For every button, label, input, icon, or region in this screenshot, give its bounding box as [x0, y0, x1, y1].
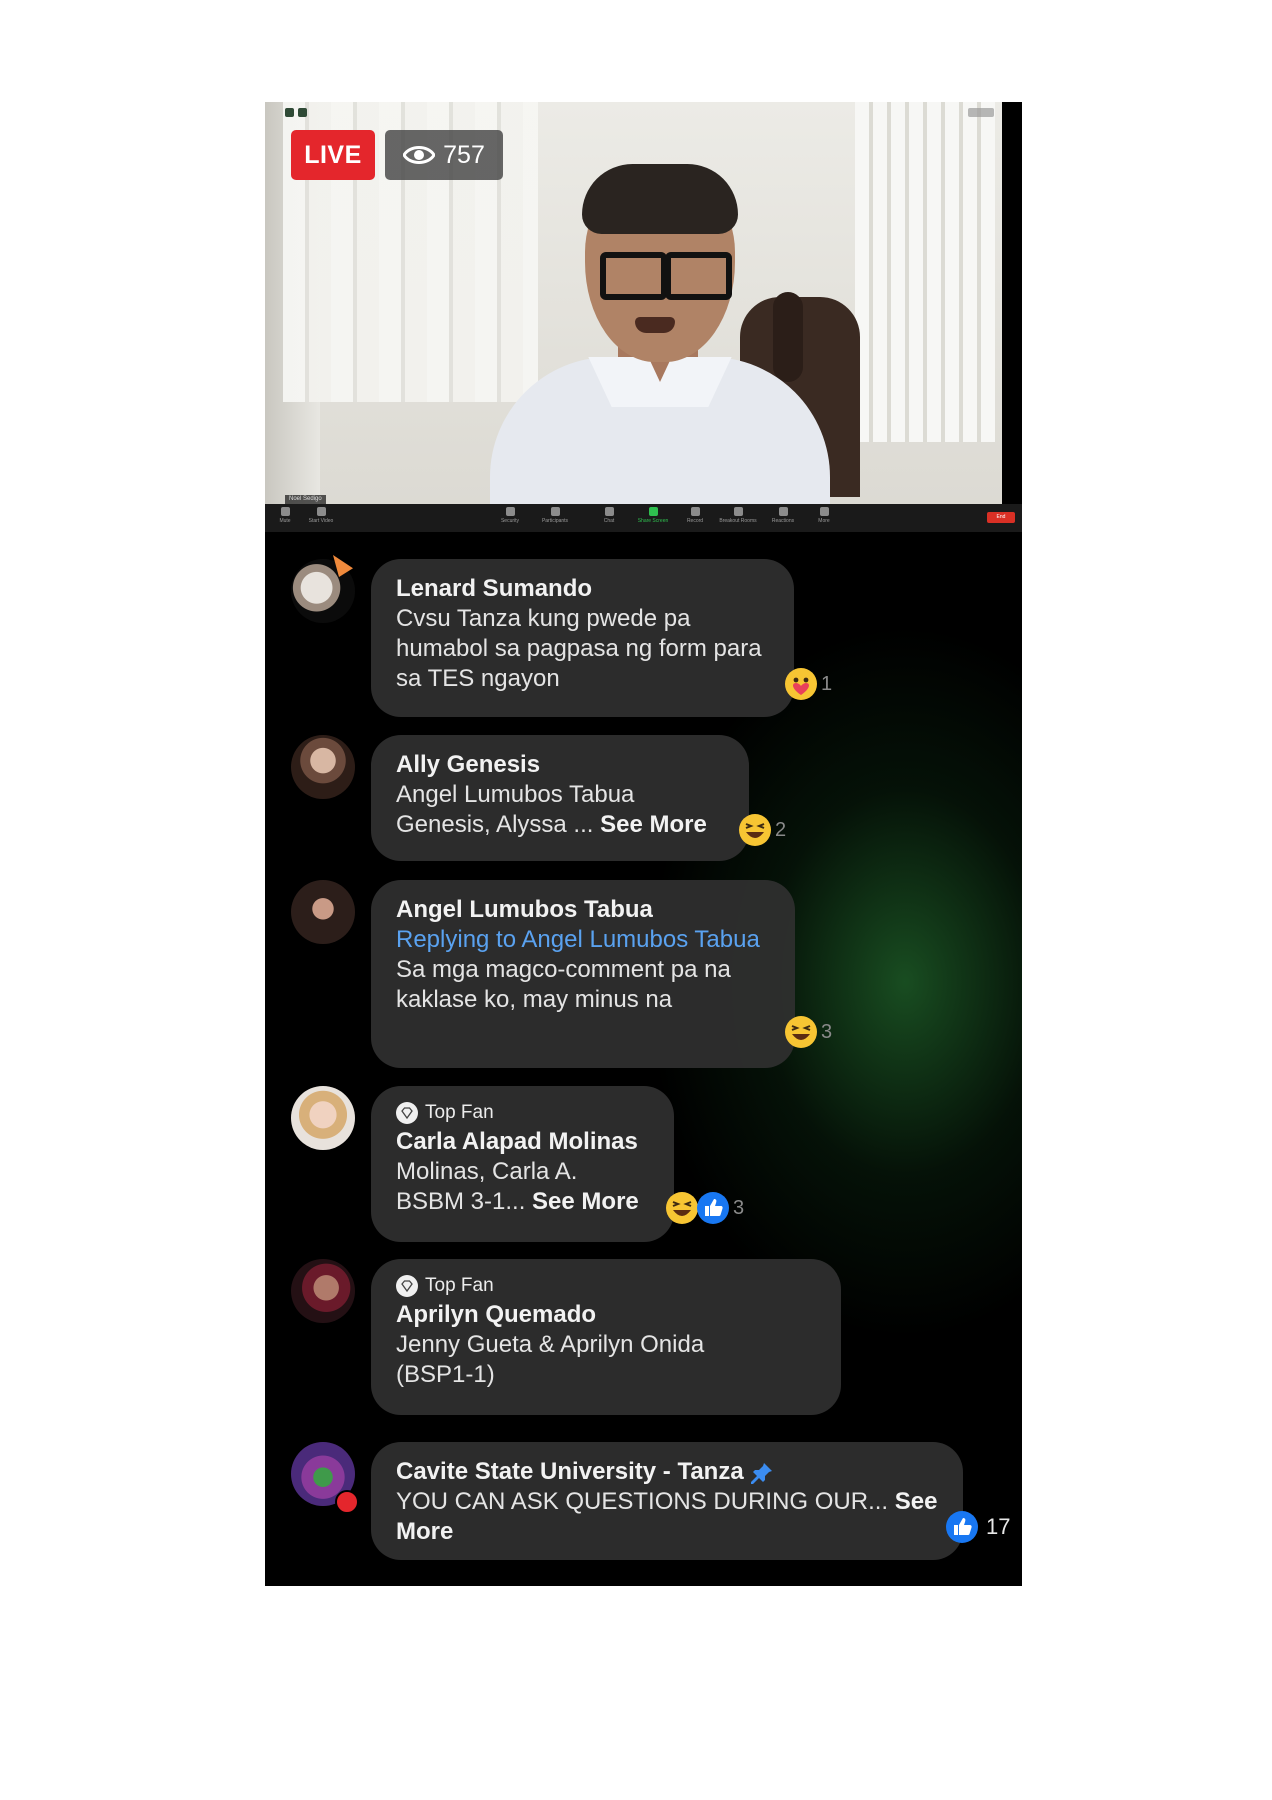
- reaction-summary[interactable]: 1: [784, 667, 832, 701]
- view-toggle-icon: [968, 108, 994, 117]
- chat-icon: [604, 507, 614, 516]
- reaction-count: 3: [821, 1020, 833, 1043]
- avatar[interactable]: [291, 735, 355, 799]
- reaction-summary[interactable]: 3: [784, 1015, 832, 1049]
- comment-author[interactable]: Lenard Sumando: [396, 573, 769, 604]
- top-fan-badge: Top Fan: [396, 1100, 649, 1126]
- zoom-record-button[interactable]: Record: [675, 507, 715, 524]
- breakout-rooms-icon: [733, 507, 743, 516]
- comment-bubble[interactable]: Angel Lumubos Tabua Replying to Angel Lu…: [371, 880, 795, 1068]
- live-video[interactable]: LIVE 757 Noel Sedigo Mute Start Video Se…: [265, 102, 1022, 532]
- zoom-chat-button[interactable]: Chat: [589, 507, 629, 524]
- comment-text: BSBM 3-1... See More: [396, 1188, 639, 1215]
- window-controls: [285, 108, 307, 117]
- live-badge: LIVE: [291, 130, 375, 180]
- comment-author[interactable]: Ally Genesis: [396, 749, 724, 780]
- diamond-icon: [396, 1275, 418, 1297]
- comment-author[interactable]: Angel Lumubos Tabua: [396, 894, 770, 925]
- live-indicator-icon: [335, 1490, 359, 1514]
- comment-text: YOU CAN ASK QUESTIONS DURING OUR... See …: [396, 1488, 938, 1545]
- video-window-right: [855, 102, 995, 442]
- viewer-count-badge: 757: [385, 130, 503, 180]
- zoom-breakout-rooms-button[interactable]: Breakout Rooms: [718, 507, 758, 524]
- comment-author[interactable]: Aprilyn Quemado: [396, 1299, 816, 1330]
- comment-text: Angel Lumubos Tabua: [396, 781, 635, 808]
- comment-author[interactable]: Carla Alapad Molinas: [396, 1126, 649, 1157]
- reaction-count: 1: [821, 672, 833, 695]
- comment-text: Genesis, Alyssa ... See More: [396, 811, 707, 838]
- video-letterbox: [1002, 102, 1022, 532]
- reaction-count: 2: [775, 818, 787, 841]
- comment-text: Molinas, Carla A.: [396, 1158, 578, 1185]
- zoom-more-button[interactable]: More: [804, 507, 844, 524]
- viewer-count: 757: [443, 140, 485, 169]
- haha-reaction-icon: [666, 1192, 698, 1224]
- pin-icon: [750, 1462, 772, 1484]
- comment-bubble[interactable]: Top Fan Carla Alapad Molinas Molinas, Ca…: [371, 1086, 674, 1242]
- comment-text: Jenny Gueta & Aprilyn Onida (BSP1-1): [396, 1331, 705, 1388]
- more-icon: [819, 507, 829, 516]
- live-stream-screen: LIVE 757 Noel Sedigo Mute Start Video Se…: [265, 102, 1022, 1586]
- reaction-count: 17: [986, 1514, 1011, 1539]
- zoom-toolbar: Mute Start Video Security Participants C…: [265, 504, 1022, 532]
- top-fan-badge: Top Fan: [396, 1273, 816, 1299]
- comment-bubble[interactable]: Lenard Sumando Cvsu Tanza kung pwede pa …: [371, 559, 794, 717]
- zoom-participants-button[interactable]: Participants: [535, 507, 575, 524]
- reaction-summary[interactable]: 17: [945, 1510, 1010, 1544]
- diamond-icon: [396, 1102, 418, 1124]
- participant-name-tag: Noel Sedigo: [285, 495, 326, 504]
- zoom-share-screen-button[interactable]: Share Screen: [633, 507, 673, 524]
- zoom-end-button[interactable]: End: [987, 512, 1015, 523]
- zoom-reactions-button[interactable]: Reactions: [763, 507, 803, 524]
- haha-reaction-icon: [739, 814, 771, 846]
- like-reaction-icon: [946, 1511, 978, 1543]
- comment-author[interactable]: Cavite State University - Tanza: [396, 1456, 938, 1487]
- video-speaker: [490, 152, 830, 507]
- reaction-count: 3: [733, 1196, 745, 1219]
- reaction-summary[interactable]: 2: [738, 813, 786, 847]
- avatar[interactable]: [291, 880, 355, 944]
- eye-icon: [403, 146, 436, 164]
- avatar[interactable]: [291, 1259, 355, 1323]
- comment-text: Sa mga magco-comment pa na kaklase ko, m…: [396, 956, 731, 1013]
- like-reaction-icon: [697, 1192, 729, 1224]
- reaction-summary[interactable]: 3: [665, 1191, 744, 1225]
- zoom-video-button[interactable]: Start Video: [301, 507, 341, 524]
- microphone-icon: [280, 507, 290, 516]
- camera-icon: [316, 507, 326, 516]
- comment-bubble[interactable]: Top Fan Aprilyn Quemado Jenny Gueta & Ap…: [371, 1259, 841, 1415]
- replying-to-link[interactable]: Replying to Angel Lumubos Tabua: [396, 925, 770, 955]
- zoom-mute-button[interactable]: Mute: [265, 507, 305, 524]
- comment-bubble[interactable]: Ally Genesis Angel Lumubos Tabua Genesis…: [371, 735, 749, 861]
- participants-icon: [550, 507, 560, 516]
- reactions-icon: [778, 507, 788, 516]
- record-icon: [690, 507, 700, 516]
- avatar[interactable]: [291, 1086, 355, 1150]
- see-more-link[interactable]: See More: [600, 811, 707, 838]
- haha-reaction-icon: [785, 1016, 817, 1048]
- comment-bubble[interactable]: Cavite State University - Tanza YOU CAN …: [371, 1442, 963, 1560]
- zoom-security-button[interactable]: Security: [490, 507, 530, 524]
- share-screen-icon: [648, 507, 658, 516]
- care-reaction-icon: [785, 668, 817, 700]
- shield-icon: [505, 507, 515, 516]
- comment-text: Cvsu Tanza kung pwede pa humabol sa pagp…: [396, 605, 762, 692]
- see-more-link[interactable]: See More: [532, 1188, 639, 1215]
